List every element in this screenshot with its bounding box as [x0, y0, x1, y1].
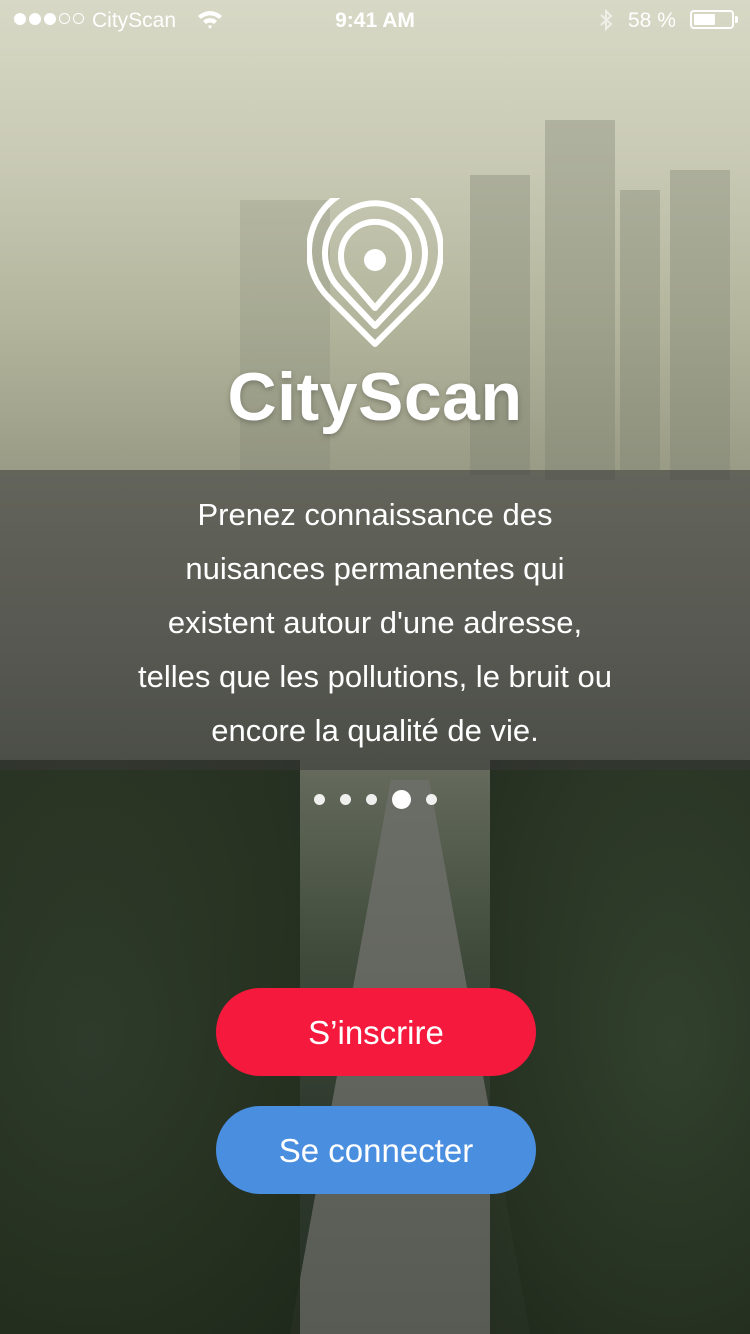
app-title: CityScan	[227, 359, 523, 435]
page-dot[interactable]	[425, 794, 437, 805]
page-dot-active[interactable]	[391, 790, 411, 809]
intro-text: Prenez connaissance des nuisances perman…	[60, 488, 690, 758]
login-button[interactable]: Se connecter	[216, 1106, 536, 1194]
signup-button[interactable]: S’inscrire	[216, 988, 536, 1076]
battery-icon	[690, 10, 738, 29]
intro-line: nuisances permanentes qui	[185, 551, 565, 586]
intro-line: encore la qualité de vie.	[211, 713, 539, 748]
intro-line: existent autour d'une adresse,	[167, 605, 583, 640]
page-dot[interactable]	[365, 794, 377, 805]
location-pin-icon	[307, 198, 443, 347]
bluetooth-icon	[600, 8, 613, 32]
page-dot[interactable]	[339, 794, 351, 805]
intro-line: telles que les pollutions, le bruit ou	[138, 659, 612, 694]
status-bar: CityScan 9:41 AM 58 %	[0, 0, 750, 40]
intro-line: Prenez connaissance des	[197, 497, 553, 532]
page-dot[interactable]	[313, 794, 325, 805]
battery-percent: 58 %	[628, 9, 676, 32]
page-indicator[interactable]	[0, 790, 750, 809]
